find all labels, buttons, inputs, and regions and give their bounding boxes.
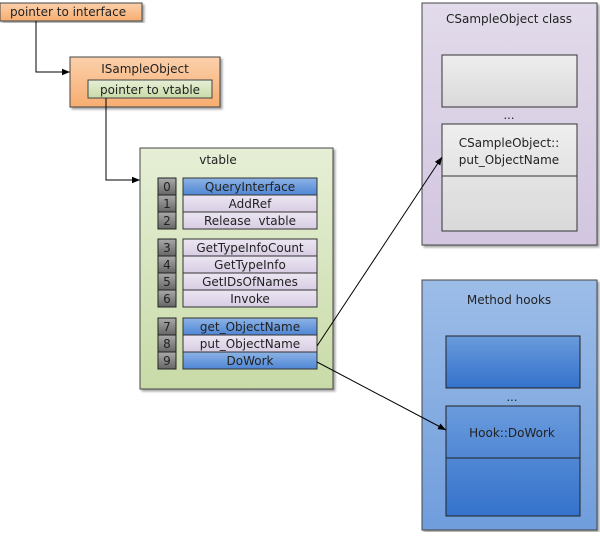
class-ellipsis: ... <box>504 108 515 122</box>
vtable-index: 3 <box>163 241 171 255</box>
class-method-slot <box>441 54 578 108</box>
vtable-index: 8 <box>163 337 171 351</box>
isampleobject-title: ISampleObject <box>101 62 189 76</box>
vtable-method-name: GetIDsOfNames <box>202 275 298 289</box>
hook-dowork-label: Hook::DoWork <box>469 426 555 440</box>
vtable-index: 9 <box>163 354 171 368</box>
vtable-index: 6 <box>163 292 171 306</box>
isampleobject-box: ISampleObject pointer to vtable <box>69 56 221 108</box>
vtable-index: 5 <box>163 275 171 289</box>
csampleobject-class-title: CSampleObject class <box>446 12 572 26</box>
vtable-method-name: QueryInterface <box>205 180 295 194</box>
vtable-method-name: GetTypeInfoCount <box>196 241 304 255</box>
vtable-method-name: AddRef <box>229 197 272 211</box>
pointer-to-vtable-label: pointer to vtable <box>100 83 200 97</box>
pointer-to-interface-label: pointer to interface <box>10 5 126 19</box>
vtable-method-name: DoWork <box>227 354 274 368</box>
hook-slot <box>445 335 581 389</box>
vtable-index: 1 <box>163 197 171 211</box>
method-hooks-box: Method hooks ... Hook::DoWork <box>421 279 598 531</box>
vtable-title: vtable <box>199 153 237 167</box>
vtable-hook-diagram: pointer to interface ISampleObject point… <box>0 2 598 531</box>
vtable-method-name: put_ObjectName <box>200 337 300 351</box>
pointer-to-interface-box: pointer to interface <box>0 2 143 22</box>
vtable-index: 0 <box>163 180 171 194</box>
vtable-method-name: Release vtable <box>204 214 296 228</box>
class-method-line2: put_ObjectName <box>459 153 559 167</box>
vtable-index: 2 <box>163 214 171 228</box>
arrow-interface-to-object <box>35 21 70 76</box>
arrow-to-vtable <box>105 98 140 184</box>
vtable-method-name: GetTypeInfo <box>214 258 286 272</box>
vtable-index: 4 <box>163 258 171 272</box>
hook-dowork <box>445 405 581 517</box>
vtable-index: 7 <box>163 320 171 334</box>
vtable-method-name: Invoke <box>230 292 270 306</box>
hooks-ellipsis: ... <box>507 390 518 404</box>
csampleobject-class-box: CSampleObject class ... CSampleObject:: … <box>421 2 598 246</box>
vtable-method-name: get_ObjectName <box>200 320 300 334</box>
class-method-line1: CSampleObject:: <box>459 136 560 150</box>
method-hooks-title: Method hooks <box>467 293 551 307</box>
vtable-box: vtable 0 QueryInterface 1 AddRef 2 Release vt… <box>139 147 334 390</box>
